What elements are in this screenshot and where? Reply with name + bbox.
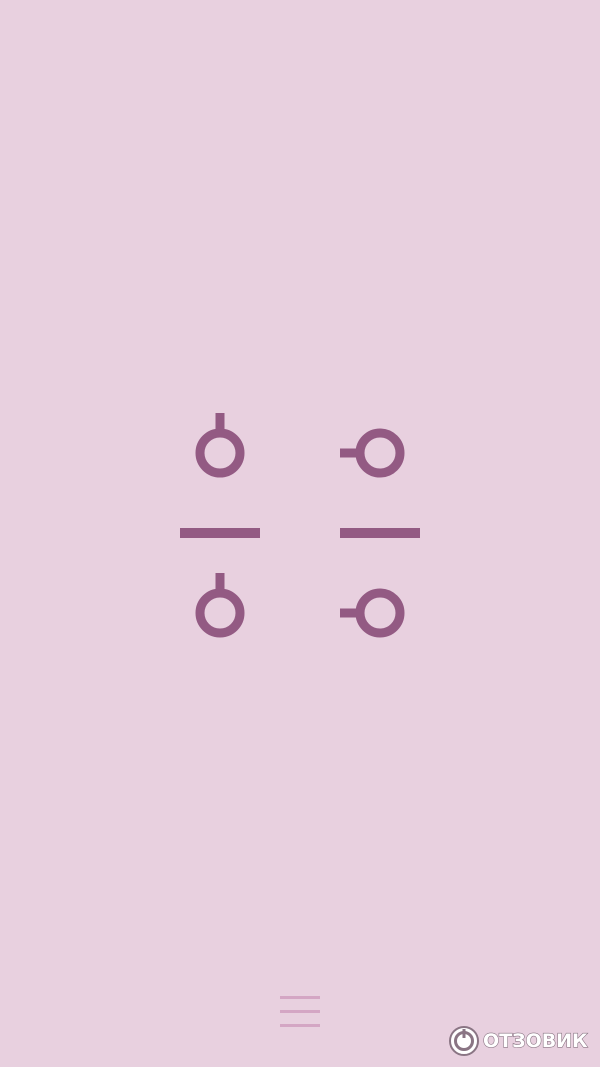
menu-line-top <box>280 996 320 999</box>
watermark-text: ОТЗОВИК <box>482 1029 588 1052</box>
ring-shape <box>355 428 405 478</box>
game-board <box>180 413 420 638</box>
ring-shape <box>355 588 405 638</box>
otzovik-logo <box>449 1026 479 1056</box>
bar-shape <box>180 528 260 538</box>
menu-button[interactable] <box>276 992 324 1034</box>
ring-shape <box>195 428 245 478</box>
connector-tile-left[interactable] <box>340 588 405 638</box>
stub-shape <box>340 608 364 618</box>
stub-shape <box>215 573 225 597</box>
connector-tile-left[interactable] <box>340 428 405 478</box>
watermark: ОТЗОВИК <box>448 1024 588 1058</box>
menu-line-middle <box>280 1010 320 1013</box>
stub-shape <box>215 413 225 437</box>
connector-tile-up[interactable] <box>195 413 245 478</box>
stub-shape <box>340 448 364 458</box>
ring-shape <box>195 588 245 638</box>
bar-tile[interactable] <box>340 528 420 538</box>
bar-shape <box>340 528 420 538</box>
bar-tile[interactable] <box>180 528 260 538</box>
connector-tile-up[interactable] <box>195 573 245 638</box>
menu-line-bottom <box>280 1024 320 1027</box>
